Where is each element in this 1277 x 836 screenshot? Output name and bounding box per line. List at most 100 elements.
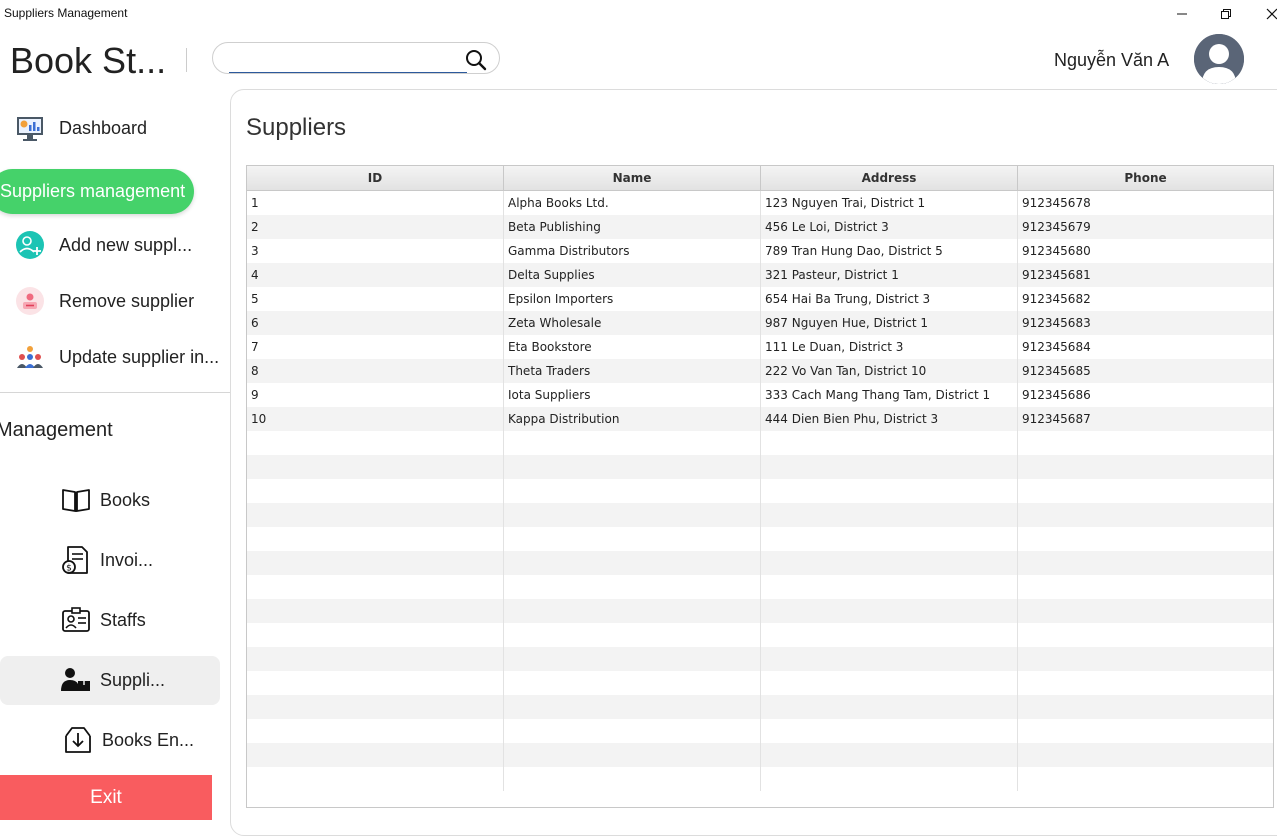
- cell-address: [761, 551, 1018, 575]
- sidebar-item-dashboard[interactable]: Dashboard: [15, 113, 147, 143]
- cell-phone: [1018, 527, 1273, 551]
- table-row[interactable]: 8 Theta Traders 222 Vo Van Tan, District 1…: [247, 359, 1273, 383]
- nav-item-books-entry[interactable]: Books En...: [62, 724, 194, 756]
- nav-item-label: Staffs: [100, 609, 146, 630]
- invoice-icon: $: [60, 544, 92, 576]
- cell-phone: 912345686: [1022, 388, 1091, 402]
- cell-name: Delta Supplies: [504, 263, 761, 287]
- close-button[interactable]: [1262, 4, 1277, 24]
- dashboard-icon: [15, 113, 45, 143]
- search-input[interactable]: [229, 48, 467, 73]
- cell-address: 111 Le Duan, District 3: [761, 335, 1018, 359]
- cell-id: [247, 743, 504, 767]
- cell-phone: [1018, 647, 1273, 671]
- cell-address: 123 Nguyen Trai, District 1: [761, 191, 1018, 215]
- sidebar-item-suppliers-management[interactable]: Suppliers management: [0, 169, 194, 214]
- cell-address: 321 Pasteur, District 1: [761, 263, 1018, 287]
- table-row[interactable]: 7 Eta Bookstore 111 Le Duan, District 3 912…: [247, 335, 1273, 359]
- cell-id: [247, 647, 504, 671]
- cell-phone: 912345681: [1022, 268, 1091, 282]
- cell-id: [247, 503, 504, 527]
- svg-text:$: $: [66, 564, 72, 574]
- cell-name: Kappa Distribution: [504, 407, 761, 431]
- cell-phone: 912345682: [1022, 292, 1091, 306]
- window-title: Suppliers Management: [4, 6, 128, 20]
- cell-name: Zeta Wholesale: [504, 311, 761, 335]
- cell-address: [761, 575, 1018, 599]
- header-divider: [186, 48, 187, 72]
- cell-id: 10: [247, 407, 504, 431]
- cell-phone: [1018, 551, 1273, 575]
- empty-row: [247, 623, 1273, 647]
- id-card-icon: [60, 604, 92, 636]
- cell-id: 3: [247, 239, 504, 263]
- nav-item-label: Books: [100, 489, 151, 510]
- suppliers-table: ID Name Address Phone 1 Alpha Books Ltd. 1…: [246, 165, 1274, 808]
- cell-id: [247, 695, 504, 719]
- column-header-address[interactable]: Address: [761, 166, 1018, 190]
- restore-button[interactable]: [1216, 4, 1236, 24]
- remove-user-icon: [15, 286, 45, 316]
- cell-name: Alpha Books Ltd.: [504, 191, 761, 215]
- supplier-icon: [60, 664, 92, 696]
- column-header-id[interactable]: ID: [247, 166, 504, 190]
- cell-address: 333 Cach Mang Thang Tam, District 1: [761, 383, 1018, 407]
- empty-row: [247, 455, 1273, 479]
- table-row[interactable]: 10 Kappa Distribution 444 Dien Bien Phu, D…: [247, 407, 1273, 431]
- cell-name: [504, 575, 761, 599]
- cell-address: 444 Dien Bien Phu, District 3: [761, 407, 1018, 431]
- sidebar-item-update-supplier[interactable]: Update supplier in...: [15, 342, 219, 372]
- cell-id: [247, 527, 504, 551]
- table-row[interactable]: 2 Beta Publishing 456 Le Loi, District 3 91…: [247, 215, 1273, 239]
- empty-row: [247, 599, 1273, 623]
- group-users-icon: [15, 342, 45, 372]
- nav-item-invoices[interactable]: $ Invoi...: [60, 544, 153, 576]
- cell-phone: 912345680: [1022, 244, 1091, 258]
- cell-id: 4: [247, 263, 504, 287]
- cell-id: [247, 767, 504, 791]
- column-header-name[interactable]: Name: [504, 166, 761, 190]
- nav-item-suppliers[interactable]: Suppli...: [60, 664, 165, 696]
- cell-address: 789 Tran Hung Dao, District 5: [761, 239, 1018, 263]
- sidebar-item-label: Add new suppl...: [59, 234, 193, 255]
- management-heading: Management: [0, 419, 113, 441]
- sidebar-item-remove-supplier[interactable]: Remove supplier: [15, 286, 194, 316]
- cell-name: Epsilon Importers: [504, 287, 761, 311]
- table-row[interactable]: 3 Gamma Distributors 789 Tran Hung Dao, Di…: [247, 239, 1273, 263]
- avatar[interactable]: [1194, 34, 1244, 84]
- table-row[interactable]: 5 Epsilon Importers 654 Hai Ba Trung, Dist…: [247, 287, 1273, 311]
- cell-phone: 912345683: [1022, 316, 1091, 330]
- sidebar-item-label: Dashboard: [59, 117, 148, 138]
- exit-button[interactable]: Exit: [0, 775, 212, 820]
- minimize-button[interactable]: [1172, 4, 1192, 24]
- cell-id: 5: [247, 287, 504, 311]
- sidebar-item-add-supplier[interactable]: Add new suppl...: [15, 230, 192, 260]
- empty-row: [247, 479, 1273, 503]
- table-row[interactable]: 6 Zeta Wholesale 987 Nguyen Hue, District …: [247, 311, 1273, 335]
- table-body: 1 Alpha Books Ltd. 123 Nguyen Trai, Distri…: [247, 191, 1273, 791]
- cell-name: [504, 695, 761, 719]
- nav-item-label: Suppli...: [100, 669, 166, 690]
- cell-phone: [1018, 599, 1273, 623]
- cell-address: [761, 743, 1018, 767]
- cell-address: [761, 527, 1018, 551]
- table-row[interactable]: 4 Delta Supplies 321 Pasteur, District 1 91…: [247, 263, 1273, 287]
- table-header: ID Name Address Phone: [247, 166, 1273, 191]
- username: Nguyễn Văn A: [1054, 50, 1170, 70]
- cell-address: [761, 623, 1018, 647]
- cell-name: [504, 527, 761, 551]
- book-icon: [60, 484, 92, 516]
- table-row[interactable]: 1 Alpha Books Ltd. 123 Nguyen Trai, Distri…: [247, 191, 1273, 215]
- nav-item-books[interactable]: Books: [60, 484, 150, 516]
- table-row[interactable]: 9 Iota Suppliers 333 Cach Mang Thang Tam, …: [247, 383, 1273, 407]
- cell-phone: 912345679: [1022, 220, 1091, 234]
- search-icon[interactable]: [465, 49, 487, 76]
- cell-name: [504, 743, 761, 767]
- cell-phone: [1018, 695, 1273, 719]
- cell-name: Theta Traders: [504, 359, 761, 383]
- cell-address: [761, 503, 1018, 527]
- column-header-phone[interactable]: Phone: [1018, 166, 1273, 190]
- sidebar-item-label: Update supplier in...: [59, 346, 220, 367]
- cell-phone: [1018, 719, 1273, 743]
- nav-item-staffs[interactable]: Staffs: [60, 604, 146, 636]
